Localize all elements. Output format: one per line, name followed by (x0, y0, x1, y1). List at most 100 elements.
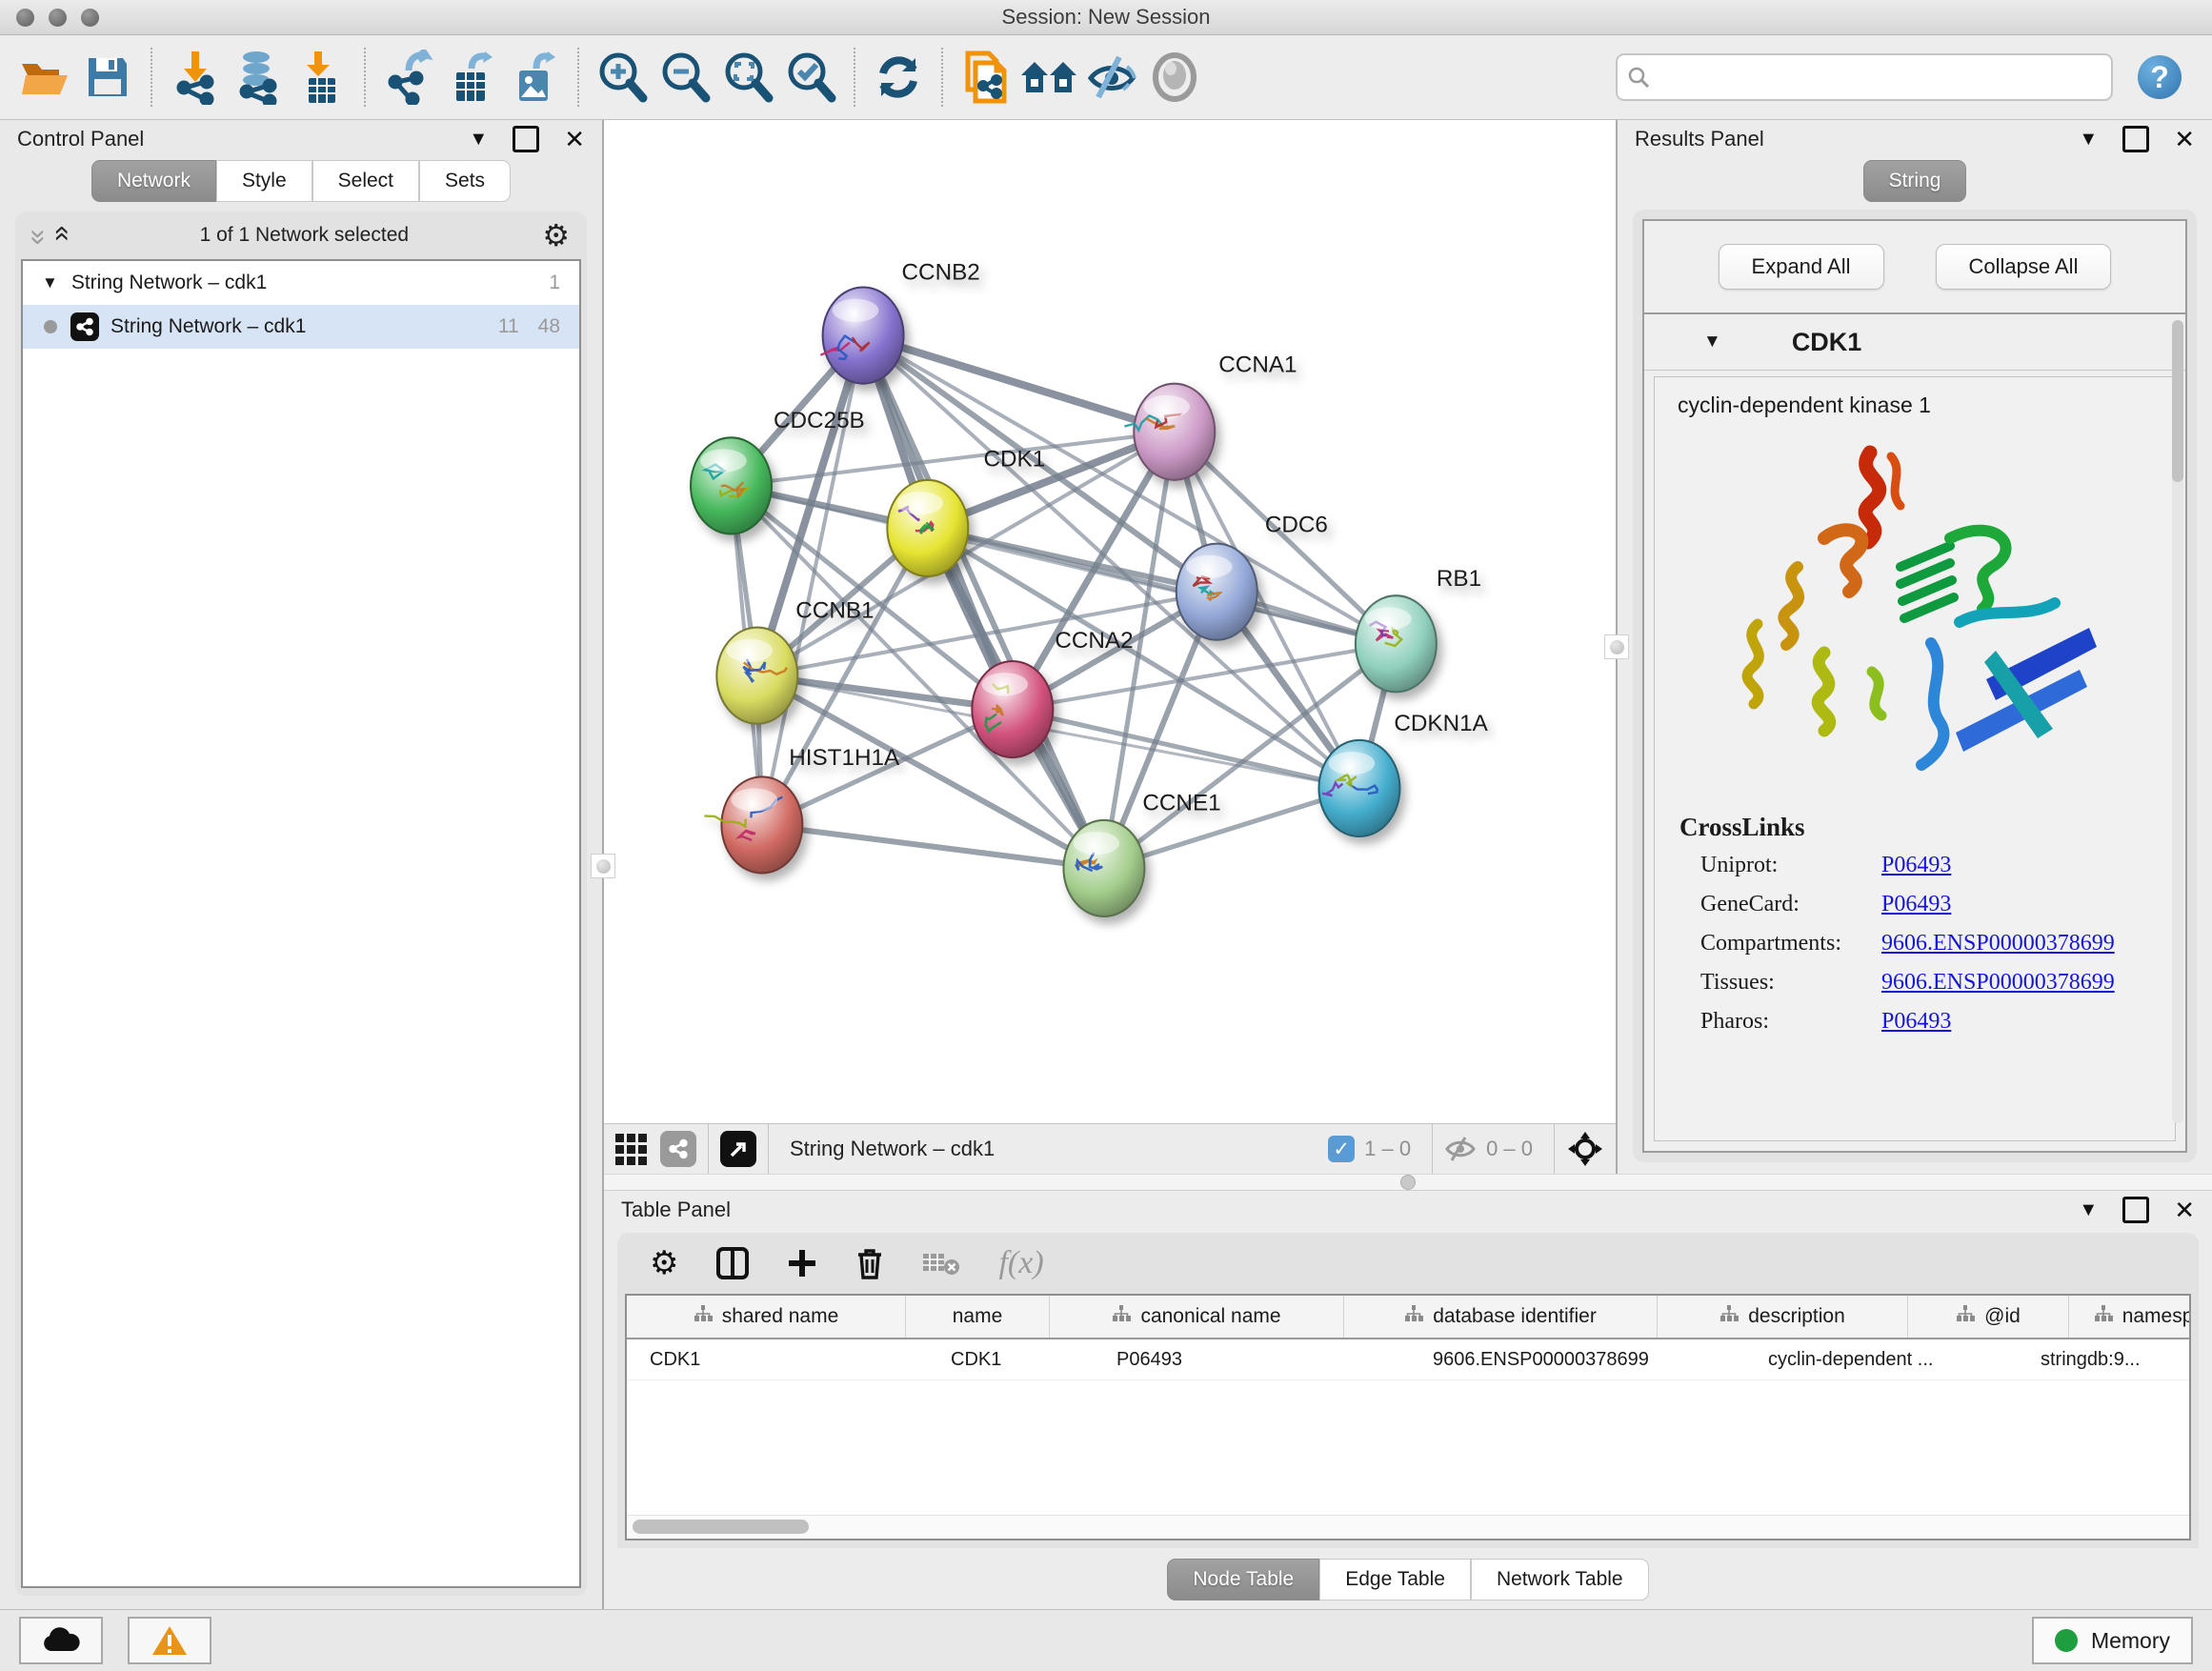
close-window-button[interactable] (16, 9, 34, 27)
delete-column-trash-icon[interactable] (855, 1247, 884, 1279)
export-table-icon (447, 50, 496, 105)
export-image-button[interactable] (503, 46, 566, 109)
tab-edge-table[interactable]: Edge Table (1319, 1559, 1471, 1601)
network-row[interactable]: String Network – cdk1 11 48 (23, 305, 579, 349)
status-bar: Memory (0, 1609, 2212, 1671)
warnings-button[interactable] (128, 1617, 211, 1664)
expand-all-networks-icon[interactable]: » (46, 230, 74, 242)
table-options-gear-icon[interactable]: ⚙ (650, 1244, 678, 1282)
shared-column-icon (2094, 1305, 2113, 1328)
results-panel-menu-caret[interactable]: ▼ (2079, 129, 2098, 151)
help-button[interactable]: ? (2138, 55, 2182, 99)
network-node-ccne1[interactable]: CCNE1 (1063, 791, 1220, 916)
entry-expand-caret[interactable]: ▼ (1703, 332, 1721, 352)
tab-sets[interactable]: Sets (419, 160, 511, 202)
results-panel-float-button[interactable] (2122, 126, 2149, 152)
column-header-description[interactable]: description (1658, 1296, 1908, 1338)
cloud-status-button[interactable] (19, 1617, 103, 1664)
table-horizontal-scrollbar[interactable] (627, 1515, 2189, 1539)
network-node-ccnb1[interactable]: CCNB1 (716, 597, 874, 723)
selected-nodes-checkbox-icon[interactable]: ✓ (1328, 1136, 1355, 1162)
network-edge[interactable] (863, 335, 1175, 432)
column-header-id[interactable]: @id (1908, 1296, 2069, 1338)
app-window: Session: New Session (0, 0, 2212, 1671)
show-columns-icon[interactable] (716, 1247, 749, 1279)
string-view-badge-icon[interactable] (660, 1131, 696, 1167)
minimize-window-button[interactable] (49, 9, 67, 27)
crosslink-link[interactable]: 9606.ENSP00000378699 (1881, 931, 2115, 956)
sphere-eye-button[interactable] (1143, 46, 1206, 109)
network-canvas[interactable]: CCNB2CCNA1CDC25BCDK1CDC6RB1CCNB1CCNA2CDK… (604, 120, 1616, 1123)
function-builder-icon[interactable]: f(x) (998, 1245, 1043, 1281)
zoom-out-button[interactable] (654, 46, 716, 109)
column-label: database identifier (1433, 1305, 1597, 1328)
node-label: RB1 (1437, 566, 1481, 592)
zoom-fit-button[interactable] (716, 46, 779, 109)
network-node-rb1[interactable]: RB1 (1356, 566, 1481, 692)
collection-expand-caret[interactable]: ▼ (42, 273, 58, 292)
control-panel-menu-caret[interactable]: ▼ (469, 129, 488, 151)
crosslink-link[interactable]: P06493 (1881, 853, 1951, 878)
table-panel-float-button[interactable] (2122, 1197, 2149, 1223)
column-header-sharedname[interactable]: shared name (627, 1296, 906, 1338)
zoom-in-button[interactable] (591, 46, 654, 109)
tab-network-table[interactable]: Network Table (1471, 1559, 1649, 1601)
tab-string-results[interactable]: String (1863, 160, 1967, 202)
export-network-button[interactable] (377, 46, 440, 109)
tab-network[interactable]: Network (91, 160, 216, 202)
hide-eye-button[interactable] (1080, 46, 1143, 109)
node-label: CCNE1 (1142, 791, 1220, 816)
network-edge[interactable] (762, 825, 1104, 869)
column-header-databaseidentifier[interactable]: database identifier (1344, 1296, 1658, 1338)
import-network-database-button[interactable] (227, 46, 290, 109)
tab-node-table[interactable]: Node Table (1167, 1559, 1319, 1601)
right-splitter-handle[interactable] (1604, 634, 1629, 659)
network-node-hist1h1a[interactable]: HIST1H1A (704, 745, 900, 873)
crosslink-link[interactable]: 9606.ENSP00000378699 (1881, 970, 2115, 996)
delete-table-icon[interactable] (922, 1250, 960, 1277)
export-table-button[interactable] (440, 46, 503, 109)
table-header-row: shared namenamecanonical name database id… (627, 1296, 2189, 1339)
expand-all-button[interactable]: Expand All (1719, 244, 1884, 290)
node-label: CCNB2 (902, 259, 980, 285)
column-header-name[interactable]: name (906, 1296, 1050, 1338)
network-collection-row[interactable]: ▼ String Network – cdk1 1 (23, 261, 579, 305)
zoom-selected-button[interactable] (779, 46, 842, 109)
network-options-gear-icon[interactable]: ⚙ (542, 217, 570, 253)
share-document-button[interactable] (955, 46, 1017, 109)
tab-select[interactable]: Select (312, 160, 419, 202)
import-table-button[interactable] (290, 46, 352, 109)
houses-button[interactable] (1017, 46, 1080, 109)
tab-style[interactable]: Style (216, 160, 312, 202)
results-panel-close-button[interactable]: ✕ (2174, 125, 2195, 154)
memory-button[interactable]: Memory (2032, 1617, 2193, 1664)
import-network-file-button[interactable] (164, 46, 227, 109)
left-splitter-handle[interactable] (591, 854, 615, 878)
birds-eye-view-icon[interactable] (615, 1134, 647, 1165)
search-box[interactable] (1616, 53, 2113, 101)
maximize-window-button[interactable] (81, 9, 99, 27)
result-entry-header[interactable]: ▼ CDK1 (1644, 314, 2185, 371)
open-session-button[interactable] (13, 46, 76, 109)
table-row[interactable]: CDK1CDK1P064939606.ENSP00000378699cyclin… (627, 1339, 2189, 1380)
horizontal-splitter[interactable] (604, 1174, 2212, 1191)
pan-move-icon[interactable] (1566, 1130, 1604, 1168)
network-edge[interactable] (863, 335, 1104, 868)
control-panel-float-button[interactable] (513, 126, 539, 152)
crosslink-link[interactable]: P06493 (1881, 892, 1951, 917)
column-header-namespace[interactable]: namespace (2069, 1296, 2191, 1338)
network-node-cdkn1a[interactable]: CDKN1A (1318, 711, 1488, 836)
network-node-ccna1[interactable]: CCNA1 (1124, 352, 1297, 480)
column-header-canonicalname[interactable]: canonical name (1050, 1296, 1344, 1338)
add-column-icon[interactable] (787, 1248, 817, 1278)
search-input[interactable] (1658, 66, 2101, 90)
collapse-all-button[interactable]: Collapse All (1936, 244, 2112, 290)
refresh-button[interactable] (867, 46, 930, 109)
open-in-browser-icon[interactable] (720, 1131, 756, 1167)
results-scrollbar[interactable] (2172, 320, 2183, 1123)
table-panel-close-button[interactable]: ✕ (2174, 1196, 2195, 1225)
table-panel-menu-caret[interactable]: ▼ (2079, 1199, 2098, 1221)
crosslink-link[interactable]: P06493 (1881, 1009, 1951, 1035)
control-panel-close-button[interactable]: ✕ (564, 125, 585, 154)
save-session-button[interactable] (76, 46, 139, 109)
